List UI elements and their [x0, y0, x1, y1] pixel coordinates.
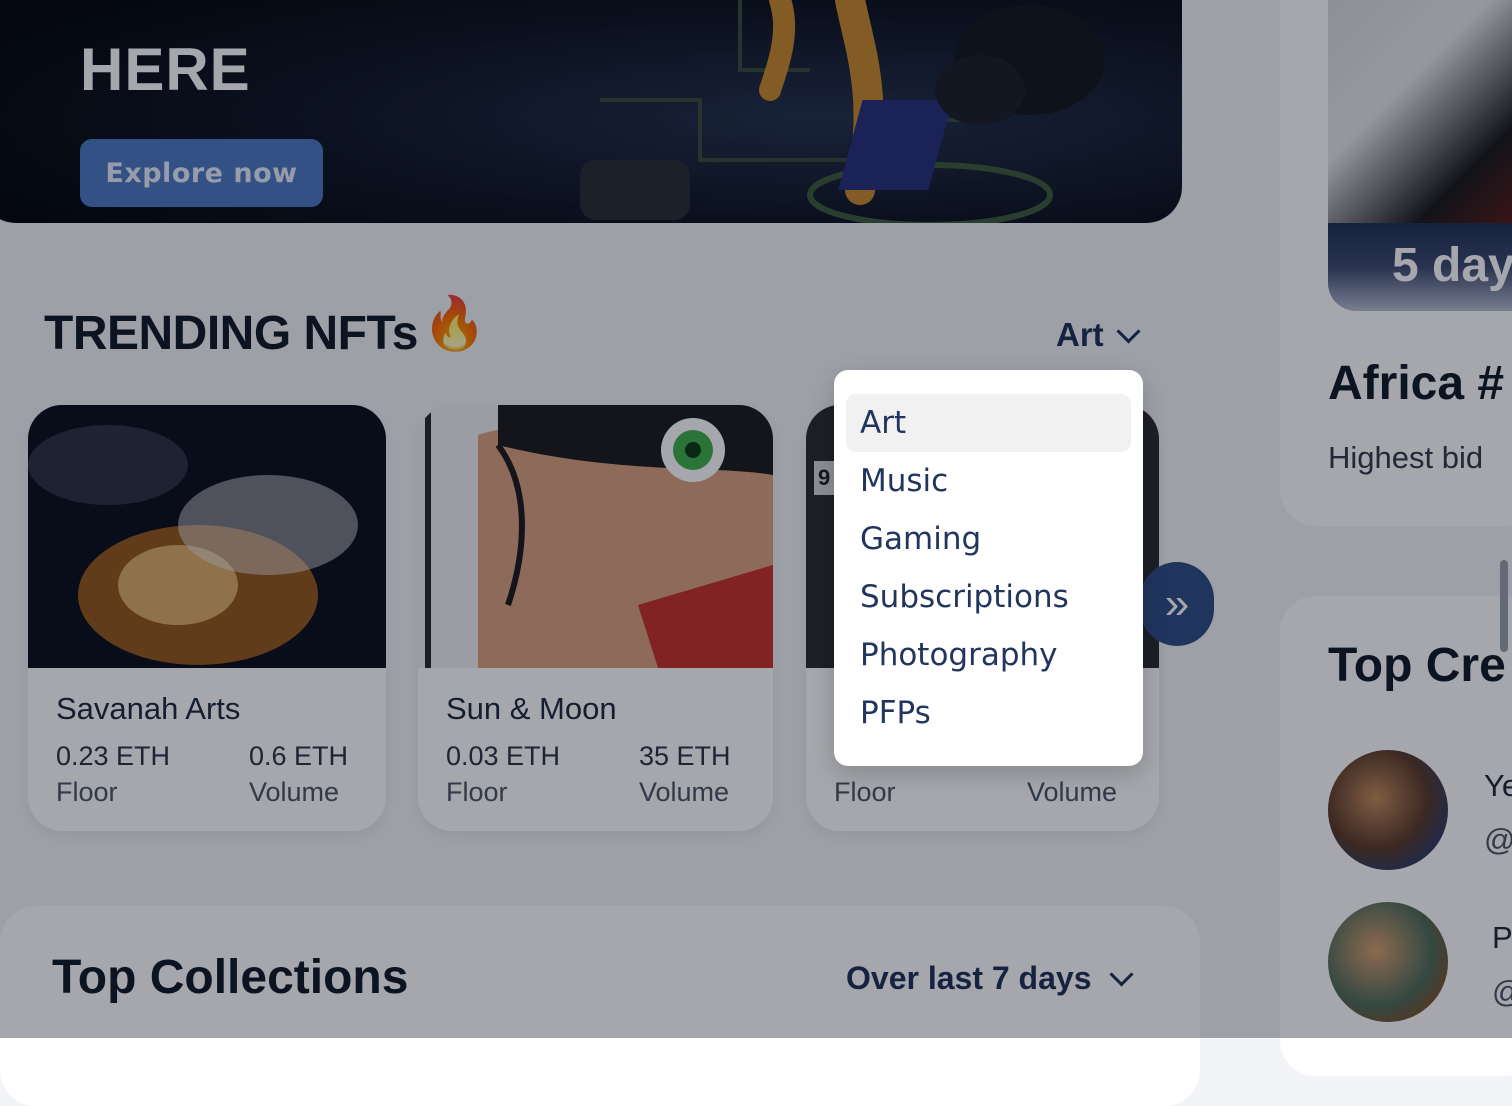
dropdown-option-music[interactable]: Music — [846, 452, 1131, 510]
dropdown-option-gaming[interactable]: Gaming — [846, 510, 1131, 568]
category-dropdown-menu: Art Music Gaming Subscriptions Photograp… — [834, 370, 1143, 766]
modal-backdrop[interactable] — [0, 0, 1512, 1038]
dropdown-option-subscriptions[interactable]: Subscriptions — [846, 568, 1131, 626]
dropdown-option-art[interactable]: Art — [846, 394, 1131, 452]
dropdown-option-pfps[interactable]: PFPs — [846, 684, 1131, 742]
dropdown-option-photography[interactable]: Photography — [846, 626, 1131, 684]
